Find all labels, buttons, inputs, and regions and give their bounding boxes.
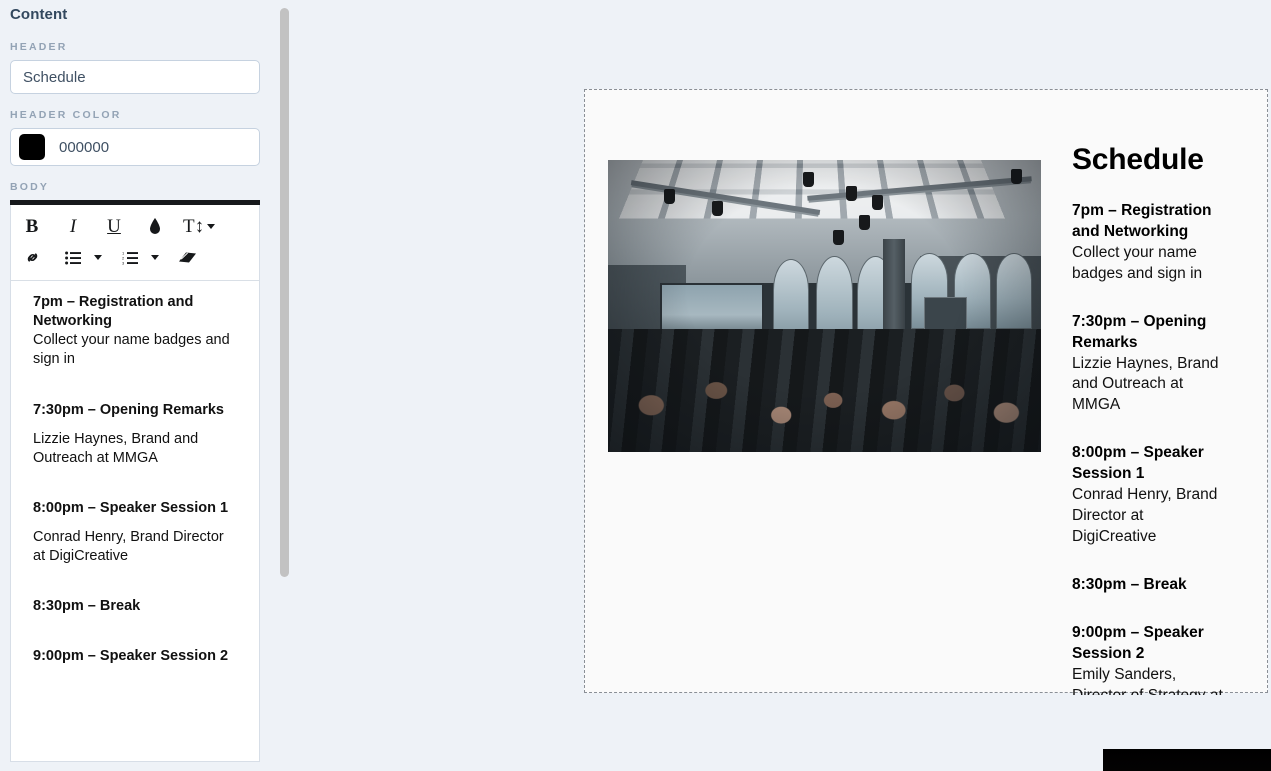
bullet-list-icon[interactable] bbox=[56, 244, 90, 272]
italic-button[interactable]: I bbox=[56, 213, 90, 241]
email-preview-canvas[interactable]: vestibulum. vestibulum. bbox=[290, 0, 1271, 771]
bold-button[interactable]: B bbox=[15, 213, 49, 241]
preview-section-above[interactable]: vestibulum. vestibulum. bbox=[290, 0, 1271, 88]
preview-event-item: 8:00pm – Speaker Session 1 Conrad Henry,… bbox=[1072, 443, 1227, 548]
color-swatch-icon[interactable] bbox=[19, 134, 45, 160]
preview-event-title: 7pm – Registration and Networking bbox=[1072, 202, 1212, 240]
editor-content[interactable]: 7pm – Registration and Networking Collec… bbox=[11, 281, 259, 761]
preview-event-desc: Conrad Henry, Brand Director at DigiCrea… bbox=[1072, 486, 1218, 545]
link-icon[interactable] bbox=[15, 244, 49, 272]
header-color-field-label: HEADER COLOR bbox=[10, 109, 122, 121]
sidebar-scrollbar-thumb[interactable] bbox=[280, 8, 289, 577]
header-color-input[interactable]: 000000 bbox=[10, 128, 260, 166]
sidebar-scrollbar-track[interactable] bbox=[279, 0, 290, 771]
editor-event-desc: Conrad Henry, Brand Director at DigiCrea… bbox=[33, 529, 224, 565]
font-size-button[interactable]: T↕ bbox=[179, 213, 219, 241]
editor-event-title: 7:30pm – Opening Remarks bbox=[33, 401, 224, 418]
schedule-image-column bbox=[585, 90, 1041, 452]
content-sidebar: Content HEADER Schedule HEADER COLOR 000… bbox=[0, 0, 290, 771]
editor-event-desc: Collect your name badges and sign in bbox=[33, 332, 230, 368]
preview-event-item: 8:30pm – Break bbox=[1072, 575, 1227, 596]
dark-venue-photo[interactable] bbox=[1103, 749, 1271, 771]
editor-event-title: 8:00pm – Speaker Session 1 bbox=[33, 499, 229, 516]
preview-event-desc: Lizzie Haynes, Brand and Outreach at MMG… bbox=[1072, 354, 1219, 414]
header-input-value: Schedule bbox=[23, 68, 86, 86]
editor-event-item: 7:30pm – Opening Remarks Lizzie Haynes, … bbox=[33, 401, 237, 468]
selected-schedule-section[interactable]: Schedule 7pm – Registration and Networki… bbox=[584, 89, 1268, 771]
schedule-text-column: Schedule 7pm – Registration and Networki… bbox=[1041, 90, 1267, 771]
body-field-label: BODY bbox=[10, 181, 50, 193]
bullet-list-chevron-down-icon[interactable] bbox=[90, 244, 106, 272]
header-color-value: 000000 bbox=[59, 138, 110, 156]
editor-event-item: 9:00pm – Speaker Session 2 bbox=[33, 647, 237, 666]
page-title: Content bbox=[10, 6, 68, 23]
email-builder-app: Content HEADER Schedule HEADER COLOR 000… bbox=[0, 0, 1271, 771]
clear-formatting-eraser-icon[interactable] bbox=[170, 244, 204, 272]
rich-text-editor[interactable]: B I U T↕ 1 2 3 7pm – Registration and Ne… bbox=[10, 200, 260, 762]
underline-button[interactable]: U bbox=[97, 213, 131, 241]
editor-event-item: 7pm – Registration and Networking Collec… bbox=[33, 293, 237, 370]
preview-section-below[interactable] bbox=[584, 695, 1271, 771]
header-field-label: HEADER bbox=[10, 41, 68, 53]
schedule-heading: Schedule bbox=[1072, 143, 1204, 176]
numbered-list-icon[interactable]: 1 2 3 bbox=[113, 244, 147, 272]
preview-event-item: 7pm – Registration and Networking Collec… bbox=[1072, 201, 1227, 285]
preview-event-desc: Collect your name badges and sign in bbox=[1072, 243, 1203, 282]
preview-event-title: 9:00pm – Speaker Session 2 bbox=[1072, 623, 1204, 662]
editor-event-desc: Lizzie Haynes, Brand and Outreach at MMG… bbox=[33, 430, 199, 466]
event-hall-photo[interactable] bbox=[608, 160, 1041, 452]
numbered-list-chevron-down-icon[interactable] bbox=[147, 244, 163, 272]
editor-toolbar: B I U T↕ 1 2 3 bbox=[11, 205, 259, 281]
chevron-down-icon[interactable] bbox=[207, 224, 216, 229]
font-size-label: T↕ bbox=[183, 215, 205, 237]
editor-event-item: 8:00pm – Speaker Session 1 Conrad Henry,… bbox=[33, 499, 237, 566]
editor-event-title: 7pm – Registration and Networking bbox=[33, 294, 194, 330]
preview-event-title: 7:30pm – Opening Remarks bbox=[1072, 312, 1207, 351]
editor-event-title: 9:00pm – Speaker Session 2 bbox=[33, 648, 229, 665]
preview-event-title: 8:30pm – Break bbox=[1072, 575, 1187, 593]
svg-text:3: 3 bbox=[122, 260, 125, 265]
editor-event-title: 8:30pm – Break bbox=[33, 598, 141, 615]
preview-event-item: 7:30pm – Opening Remarks Lizzie Haynes, … bbox=[1072, 312, 1227, 417]
header-input[interactable]: Schedule bbox=[10, 60, 260, 94]
editor-event-item: 8:30pm – Break bbox=[33, 597, 237, 616]
preview-event-title: 8:00pm – Speaker Session 1 bbox=[1072, 444, 1204, 483]
text-color-icon[interactable] bbox=[138, 213, 172, 241]
